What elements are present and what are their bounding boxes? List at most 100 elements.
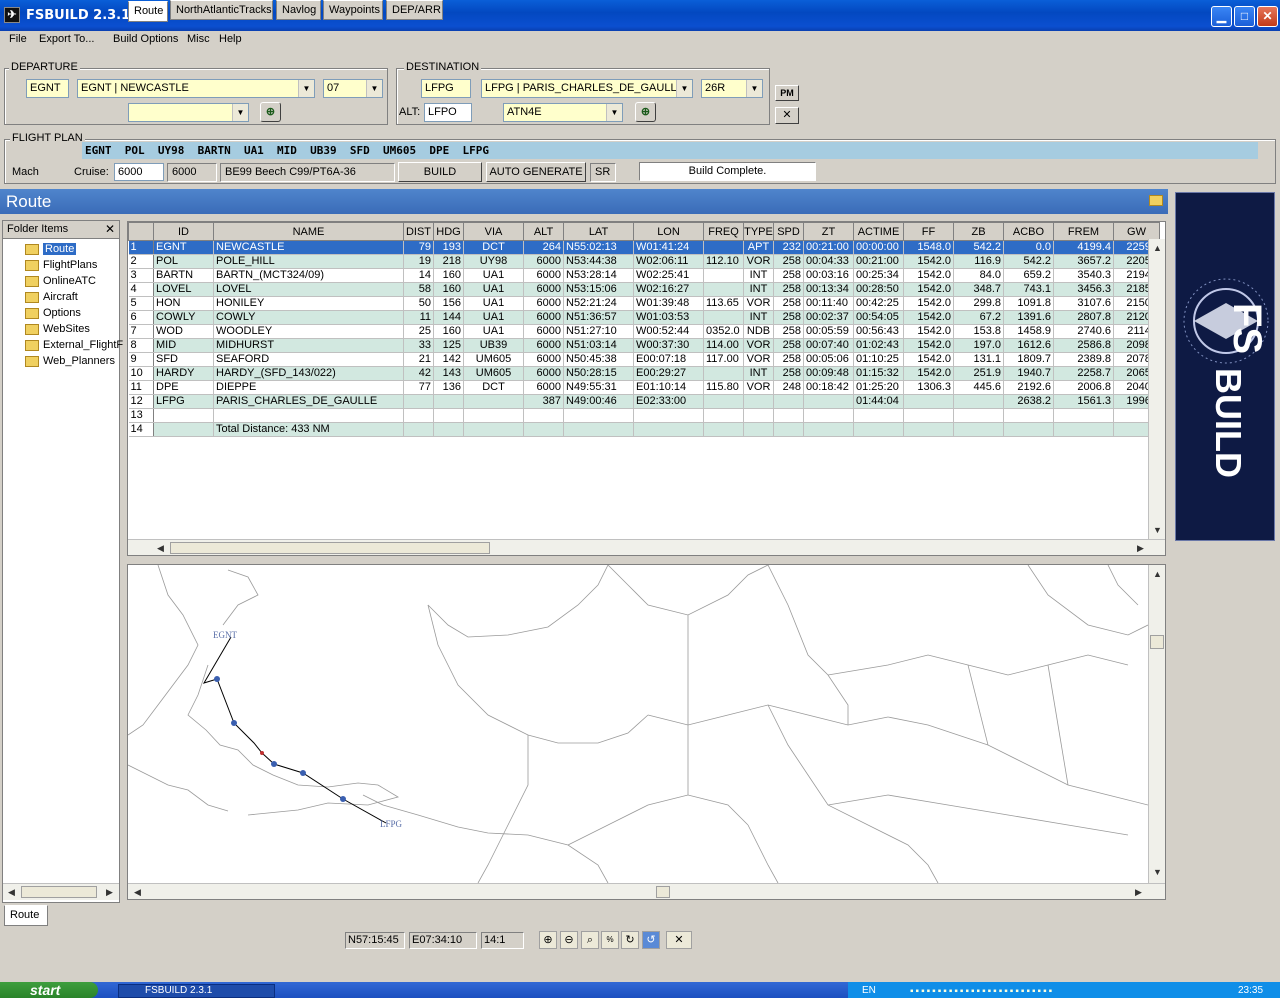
language-indicator[interactable]: EN: [862, 985, 876, 996]
table-row[interactable]: 2 POL POLE_HILL 19 218 UY98 6000 N53:44:38 W02:0…: [128, 254, 1160, 269]
table-row[interactable]: 5 HON HONILEY 50 156 UA1 6000 N52:21:24 W01:39:4…: [128, 296, 1160, 311]
table-row[interactable]: 4 LOVEL LOVEL 58 160 UA1 6000 N53:15:06 W02:16:2…: [128, 282, 1160, 297]
map-canvas[interactable]: EGNT LFPG: [128, 565, 1149, 884]
scroll-thumb[interactable]: [1150, 635, 1164, 649]
destination-runway-select[interactable]: 26R ▼: [701, 79, 763, 98]
column-header-freq[interactable]: FREQ: [703, 222, 744, 241]
table-row[interactable]: 9 SFD SEAFORD 21 142 UM605 6000 N50:45:38 E00:07…: [128, 352, 1160, 367]
minimize-button[interactable]: ▁: [1211, 6, 1232, 27]
scroll-left-icon[interactable]: ◀: [153, 541, 168, 555]
scroll-up-icon[interactable]: ▲: [1150, 567, 1165, 582]
folder-icon[interactable]: [1149, 195, 1163, 206]
menu-misc[interactable]: Misc: [187, 33, 210, 45]
column-header-actime[interactable]: ACTIME: [853, 222, 904, 241]
chevron-down-icon[interactable]: ▼: [676, 80, 692, 97]
column-header-type[interactable]: TYPE: [743, 222, 774, 241]
column-header-gw[interactable]: GW: [1113, 222, 1160, 241]
departure-search-icon[interactable]: ⊕: [260, 102, 281, 122]
column-header-frem[interactable]: FREM: [1053, 222, 1114, 241]
tab-north-atlantic-tracks[interactable]: NorthAtlanticTracks: [170, 0, 273, 20]
scroll-thumb[interactable]: [170, 542, 490, 554]
menu-help[interactable]: Help: [219, 33, 242, 45]
scroll-thumb[interactable]: [21, 886, 97, 898]
close-map-icon[interactable]: ✕: [666, 931, 692, 949]
table-row[interactable]: 7 WOD WOODLEY 25 160 UA1 6000 N51:27:10 W00:52:4…: [128, 324, 1160, 339]
zoom-fit-icon[interactable]: ⌕: [581, 931, 599, 949]
sid-select[interactable]: ▼: [128, 103, 249, 122]
column-header-lat[interactable]: LAT: [563, 222, 634, 241]
table-row[interactable]: 11 DPE DIEPPE 77 136 DCT 6000 N49:55:31 E01:10:1…: [128, 380, 1160, 395]
close-icon[interactable]: ✕: [105, 222, 115, 236]
table-row[interactable]: 12 LFPG PARIS_CHARLES_DE_GAULLE 387 N49:00:4…: [128, 394, 1160, 409]
chevron-down-icon[interactable]: ▼: [746, 80, 762, 97]
table-row[interactable]: 3 BARTN BARTN_(MCT324/09) 14 160 UA1 6000 N53:2…: [128, 268, 1160, 283]
refresh-icon[interactable]: ↻: [621, 931, 639, 949]
column-header-id[interactable]: ID: [153, 222, 214, 241]
star-select[interactable]: ATN4E ▼: [503, 103, 623, 122]
destination-airport-select[interactable]: LFPG | PARIS_CHARLES_DE_GAULLE ▼: [481, 79, 693, 98]
folder-item-route[interactable]: Route: [3, 241, 119, 257]
column-header-alt[interactable]: ALT: [523, 222, 564, 241]
scroll-thumb[interactable]: [656, 886, 670, 898]
folder-item-options[interactable]: Options: [3, 305, 119, 321]
scroll-left-icon[interactable]: ◀: [4, 885, 19, 900]
departure-icao-field[interactable]: EGNT: [26, 79, 69, 98]
folder-hscrollbar[interactable]: ◀ ▶: [3, 883, 119, 900]
alternate-field[interactable]: LFPO: [424, 103, 472, 122]
clear-icon[interactable]: ✕: [775, 107, 799, 124]
destination-icao-field[interactable]: LFPG: [421, 79, 471, 98]
table-row[interactable]: 14 Total Distance: 433 NM: [128, 422, 1160, 437]
route-map[interactable]: EGNT LFPG ▲ ▼ ◀ ▶: [127, 564, 1166, 900]
waypoint-marker[interactable]: [214, 676, 220, 682]
menu-file[interactable]: File: [9, 33, 27, 45]
folder-item-aircraft[interactable]: Aircraft: [3, 289, 119, 305]
zoom-in-icon[interactable]: ⊕: [539, 931, 557, 949]
scroll-right-icon[interactable]: ▶: [1131, 885, 1146, 899]
column-header-dist[interactable]: DIST: [403, 222, 434, 241]
folder-item-flightplans[interactable]: FlightPlans: [3, 257, 119, 273]
waypoint-marker[interactable]: [271, 761, 277, 767]
build-button[interactable]: BUILD: [398, 162, 482, 182]
column-header-acbo[interactable]: ACBO: [1003, 222, 1054, 241]
chevron-down-icon[interactable]: ▼: [366, 80, 382, 97]
folder-item-web-planners[interactable]: Web_Planners: [3, 353, 119, 369]
chevron-down-icon[interactable]: ▼: [606, 104, 622, 121]
tab-navlog[interactable]: Navlog: [276, 0, 321, 20]
tab-dep-arr[interactable]: DEP/ARR: [386, 0, 443, 20]
menu-export[interactable]: Export To...: [39, 33, 94, 45]
column-header-name[interactable]: NAME: [213, 222, 404, 241]
redraw-icon[interactable]: ↺: [642, 931, 660, 949]
tab-waypoints[interactable]: Waypoints: [323, 0, 383, 20]
table-row[interactable]: 6 COWLY COWLY 11 144 UA1 6000 N51:36:57 W01:03:5…: [128, 310, 1160, 325]
column-header-via[interactable]: VIA: [463, 222, 524, 241]
column-header-zb[interactable]: ZB: [953, 222, 1004, 241]
table-row[interactable]: 13: [128, 408, 1160, 423]
grid-vscrollbar[interactable]: ▲ ▼: [1148, 239, 1165, 540]
departure-airport-select[interactable]: EGNT | NEWCASTLE ▼: [77, 79, 315, 98]
intersection-marker[interactable]: [260, 751, 264, 755]
cruise-altitude-field[interactable]: 6000: [114, 163, 164, 181]
zoom-out-icon[interactable]: ⊖: [560, 931, 578, 949]
route-string-field[interactable]: EGNT POL UY98 BARTN UA1 MID UB39 SFD UM6…: [82, 142, 1258, 159]
maximize-button[interactable]: □: [1234, 6, 1255, 27]
pm-button[interactable]: PM: [775, 85, 799, 101]
tab-folder-route[interactable]: Route: [4, 905, 48, 926]
column-header-hdg[interactable]: HDG: [433, 222, 464, 241]
chevron-down-icon[interactable]: ▼: [298, 80, 314, 97]
taskbar-fsbuild[interactable]: FSBUILD 2.3.1: [118, 984, 275, 998]
start-button[interactable]: start: [0, 982, 98, 998]
zoom-100-icon[interactable]: %: [601, 931, 619, 949]
waypoint-marker[interactable]: [231, 720, 237, 726]
menu-build-options[interactable]: Build Options: [113, 33, 178, 45]
table-row[interactable]: 1 EGNT NEWCASTLE 79 193 DCT 264 N55:02:13 W01:41…: [128, 240, 1160, 255]
auto-generate-button[interactable]: AUTO GENERATE: [486, 162, 586, 182]
scroll-right-icon[interactable]: ▶: [102, 885, 117, 900]
tray-icons[interactable]: ▪▪▪▪▪▪▪▪▪▪▪▪▪▪▪▪▪▪▪▪▪▪▪▪▪▪: [910, 986, 1054, 997]
tab-route[interactable]: Route: [128, 1, 168, 22]
scroll-down-icon[interactable]: ▼: [1150, 523, 1165, 538]
folder-item-websites[interactable]: WebSites: [3, 321, 119, 337]
departure-runway-select[interactable]: 07 ▼: [323, 79, 383, 98]
column-header-lon[interactable]: LON: [633, 222, 704, 241]
table-row[interactable]: 10 HARDY HARDY_(SFD_143/022) 42 143 UM605 6000…: [128, 366, 1160, 381]
scroll-up-icon[interactable]: ▲: [1150, 241, 1165, 256]
